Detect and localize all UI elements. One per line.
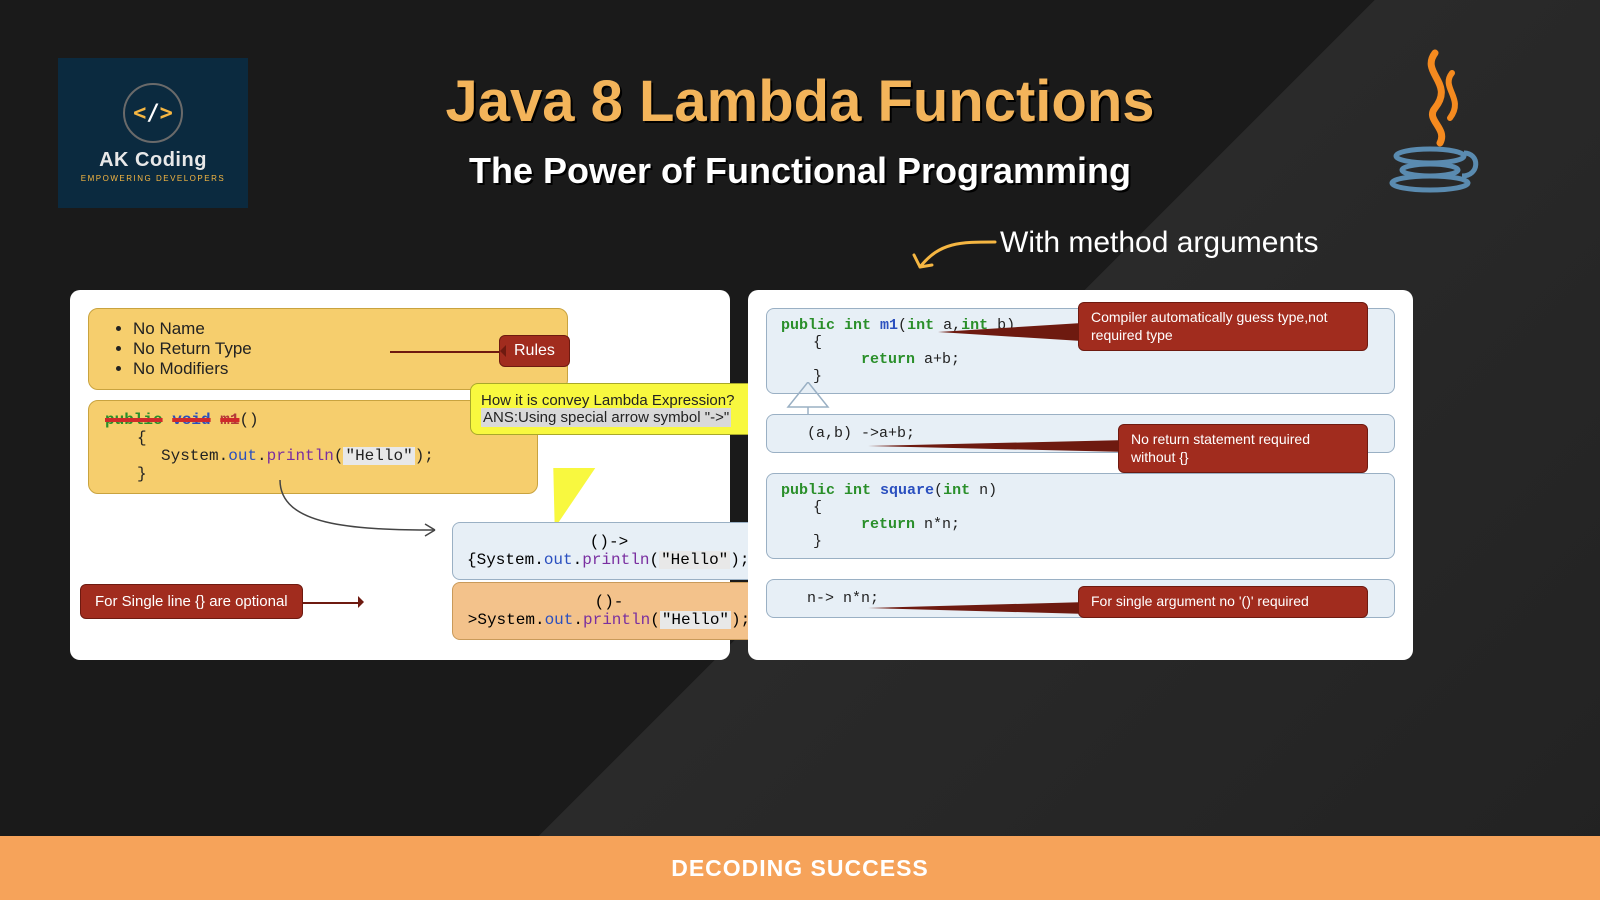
footer-text: DECODING SUCCESS (671, 855, 929, 882)
code-paren-close: ); (415, 447, 434, 465)
callout-compiler-guess: Compiler automatically guess type,not re… (1078, 302, 1368, 351)
callout-no-return: No return statement required without {} (1118, 424, 1368, 473)
curve-arrow-icon (270, 475, 450, 545)
method-name: m1 (880, 317, 898, 334)
code-string: "Hello" (659, 551, 730, 569)
code-println: println (267, 447, 334, 465)
code-box-square: public int square(int n) { return n*n; } (766, 473, 1395, 559)
paren-open: ( (898, 317, 907, 334)
kw-return: return (861, 516, 924, 533)
section-arrow-icon (900, 232, 1000, 282)
brace-close: } (781, 368, 1380, 385)
rule-item: No Name (133, 319, 549, 339)
question-text: How it is convey Lambda Expression? (481, 392, 759, 409)
code-system: System. (161, 447, 228, 465)
rules-box: No Name No Return Type No Modifiers Rule… (88, 308, 568, 390)
code-string: "Hello" (660, 611, 731, 629)
rule-item: No Return Type (133, 339, 549, 359)
rules-callout: Rules (499, 335, 570, 367)
paren-open: ( (934, 482, 943, 499)
slide-subtitle: The Power of Functional Programming (0, 150, 1600, 192)
right-panel: public int m1(int a,int b) { return a+b;… (748, 290, 1413, 660)
code-out: out (228, 447, 257, 465)
left-panel: No Name No Return Type No Modifiers Rule… (70, 290, 730, 660)
callout-arrow-icon (938, 322, 1098, 342)
kw-public-int: public int (781, 482, 880, 499)
slide-title: Java 8 Lambda Functions (0, 68, 1600, 135)
lambda-without-braces: ()->System.out.println("Hello"); (452, 582, 766, 640)
kw-int: int (943, 482, 979, 499)
brace-open: { (105, 429, 521, 447)
expr: a+b; (924, 351, 960, 368)
method-parens: () (239, 411, 258, 429)
brace-close: } (781, 533, 1380, 550)
method-name: m1 (220, 411, 239, 429)
answer-label: ANS: (483, 409, 518, 426)
callout-arrow-icon (868, 602, 1088, 614)
brace-open: { (781, 499, 1380, 516)
kw-public: public (105, 411, 163, 429)
method-name: square (880, 482, 934, 499)
code-string: "Hello" (343, 447, 414, 465)
kw-void: void (172, 411, 210, 429)
callout-arrow-icon (868, 440, 1128, 452)
section-label: With method arguments (1000, 226, 1318, 260)
question-callout: How it is convey Lambda Expression? ANS:… (470, 383, 770, 435)
arg-n: n) (979, 482, 997, 499)
rule-item: No Modifiers (133, 359, 549, 379)
answer-text: Using special arrow symbol "->" (518, 409, 729, 426)
kw-public-int: public int (781, 317, 880, 334)
lambda-with-braces: ()->{System.out.println("Hello");} (452, 522, 766, 580)
callout-no-parens: For single argument no '()' required (1078, 586, 1368, 618)
single-line-callout: For Single line {} are optional (80, 584, 303, 619)
speech-tail-icon (543, 468, 596, 528)
kw-return: return (861, 351, 924, 368)
footer-bar: DECODING SUCCESS (0, 836, 1600, 900)
code-dot: . (257, 447, 267, 465)
expr: n*n; (924, 516, 960, 533)
